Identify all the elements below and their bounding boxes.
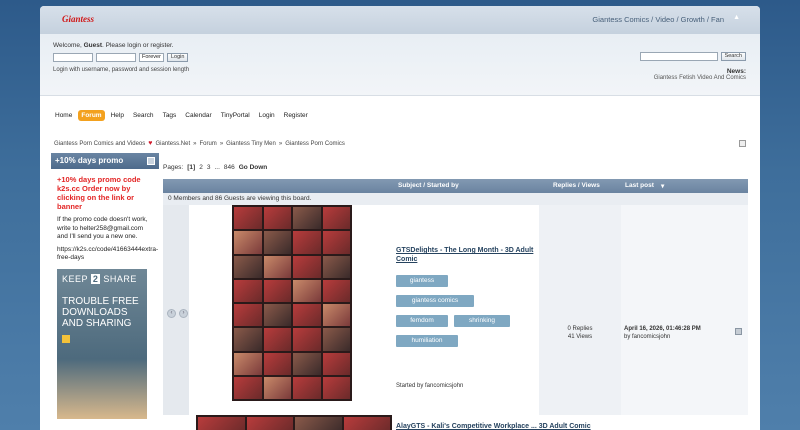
- main-menu: Home Forum Help Search Tags Calendar Tin…: [52, 110, 311, 121]
- stats-cell: [539, 205, 621, 415]
- search-input[interactable]: [639, 52, 718, 61]
- promo-link[interactable]: https://k2s.cc/code/41663444extra-free-d…: [57, 246, 158, 263]
- col-subject[interactable]: Subject / Started by: [398, 182, 459, 189]
- page-frame: Giantess Giantess Comics / Video / Growt…: [40, 6, 760, 430]
- k2s-logo-two: 2: [90, 273, 101, 284]
- tag-giantess[interactable]: giantess: [396, 275, 448, 287]
- topic-thumbnail[interactable]: [196, 415, 392, 430]
- page-ellipsis[interactable]: ...: [214, 164, 219, 171]
- tag-humiliation[interactable]: humiliation: [396, 335, 458, 347]
- table-row: ‹ › GTSDelights - The Long Month - 3D Ad…: [163, 205, 748, 415]
- k2s-tagline: TROUBLE FREE DOWNLOADS AND SHARING: [62, 295, 139, 329]
- breadcrumb-sep: »: [278, 140, 283, 147]
- heart-icon: ♥: [148, 140, 153, 147]
- welcome-prefix: Welcome,: [53, 42, 84, 49]
- menu-item-register[interactable]: Register: [281, 110, 311, 121]
- menu-item-forum[interactable]: Forum: [78, 110, 105, 121]
- menu-item-login[interactable]: Login: [256, 110, 278, 121]
- login-button[interactable]: Login: [166, 53, 189, 62]
- page-current: [1]: [187, 164, 196, 171]
- menu-item-search[interactable]: Search: [130, 110, 157, 121]
- tag-shrinking[interactable]: shrinking: [454, 315, 510, 327]
- topic-table: Subject / Started by Replies / Views Las…: [163, 179, 748, 430]
- menu-item-tinyportal[interactable]: TinyPortal: [218, 110, 253, 121]
- last-post-cell: [621, 205, 748, 415]
- site-header: Giantess Giantess Comics / Video / Growt…: [40, 6, 760, 34]
- menu-item-help[interactable]: Help: [108, 110, 127, 121]
- collapse-icon[interactable]: [147, 157, 155, 165]
- table-header: Subject / Started by Replies / Views Las…: [163, 179, 748, 193]
- go-down-link[interactable]: Go Down: [239, 164, 268, 171]
- topic-thumbnail[interactable]: [232, 205, 352, 401]
- sort-down-icon: ▾: [661, 183, 665, 190]
- breadcrumb-sep: »: [219, 140, 224, 147]
- page-2-link[interactable]: 2: [199, 164, 203, 171]
- session-length-select[interactable]: Forever: [139, 53, 164, 62]
- topic-title[interactable]: GTSDelights - The Long Month - 3D Adult …: [396, 246, 536, 264]
- guest-name: Guest: [83, 42, 103, 49]
- topic-starter[interactable]: Started by fancomicsjohn: [396, 383, 463, 389]
- site-slogan: Giantess Comics / Video / Growth / Fan: [592, 15, 724, 24]
- checkmark-icon: [62, 334, 70, 343]
- k2s-banner[interactable]: KEEP 2 SHARE TROUBLE FREE DOWNLOADS AND …: [57, 268, 147, 419]
- news-box: News: Giantess Fetish Video And Comics: [654, 68, 746, 81]
- password-input[interactable]: [96, 53, 136, 62]
- menu-item-tags[interactable]: Tags: [160, 110, 180, 121]
- sidebar-title: +10% days promo: [55, 156, 124, 165]
- col-last-post[interactable]: Last post: [625, 182, 654, 189]
- username-input[interactable]: [53, 53, 93, 62]
- site-logo[interactable]: Giantess: [62, 14, 94, 24]
- rss-icon[interactable]: [739, 140, 746, 147]
- arrow-left-icon[interactable]: ‹: [167, 309, 176, 318]
- sidebar-header: +10% days promo: [51, 153, 159, 169]
- last-post-info: April 16, 2026, 01:46:28 PM by fancomics…: [624, 325, 701, 341]
- page-3-link[interactable]: 3: [207, 164, 211, 171]
- upper-section: Welcome, Guest. Please login or register…: [40, 34, 760, 96]
- menu-item-home[interactable]: Home: [52, 110, 75, 121]
- collapse-header-icon[interactable]: ▲: [733, 14, 740, 21]
- table-row: AlayGTS - Kali's Competitive Workplace .…: [163, 415, 748, 430]
- tag-femdom[interactable]: femdom: [396, 315, 448, 327]
- arrow-right-icon[interactable]: ›: [179, 309, 188, 318]
- welcome-suffix: . Please login or register.: [102, 42, 174, 49]
- breadcrumb-sep: »: [193, 140, 197, 147]
- sidebar: +10% days promo +10% days promo code k2s…: [51, 153, 159, 425]
- last-post-icon[interactable]: [735, 328, 742, 335]
- promo-text[interactable]: +10% days promo code k2s.cc Order now by…: [57, 175, 153, 211]
- k2s-logo: KEEP 2 SHARE: [62, 273, 142, 284]
- last-post-author[interactable]: by fancomicsjohn: [624, 333, 701, 341]
- sidebar-body: +10% days promo code k2s.cc Order now by…: [51, 169, 159, 425]
- topic-title[interactable]: AlayGTS - Kali's Competitive Workplace .…: [396, 422, 591, 430]
- login-note: Login with username, password and sessio…: [53, 67, 190, 73]
- topic-stats: 0 Replies 41 Views: [539, 325, 621, 341]
- pagination: Pages: [1] 2 3 ... 846 Go Down: [163, 164, 267, 171]
- breadcrumb-host[interactable]: Giantess.Net: [155, 141, 190, 147]
- login-form: Forever Login: [53, 53, 189, 62]
- search-form: Search: [639, 52, 746, 61]
- replies-count: 0 Replies: [567, 326, 593, 332]
- col-replies[interactable]: Replies / Views: [553, 182, 600, 189]
- k2s-logo-keep: KEEP: [62, 273, 88, 284]
- menu-item-calendar[interactable]: Calendar: [182, 110, 214, 121]
- search-button[interactable]: Search: [720, 52, 746, 61]
- breadcrumb-forum[interactable]: Forum: [199, 141, 216, 147]
- breadcrumb: Giantess Porn Comics and Videos ♥ Giante…: [54, 140, 345, 147]
- k2s-logo-share: SHARE: [103, 273, 137, 284]
- welcome-text: Welcome, Guest. Please login or register…: [53, 42, 174, 49]
- promo-note: If the promo code doesn't work, write to…: [57, 216, 148, 240]
- viewing-info: 0 Members and 86 Guests are viewing this…: [163, 193, 748, 205]
- breadcrumb-porn-comics[interactable]: Giantess Porn Comics: [285, 141, 345, 147]
- breadcrumb-site[interactable]: Giantess Porn Comics and Videos: [54, 141, 145, 147]
- tag-giantess-comics[interactable]: giantess comics: [396, 295, 474, 307]
- breadcrumb-tiny-men[interactable]: Giantess Tiny Men: [226, 141, 276, 147]
- page-last-link[interactable]: 846: [224, 164, 235, 171]
- news-label: News:: [726, 68, 746, 75]
- views-count: 41 Views: [567, 334, 593, 340]
- pages-label: Pages:: [163, 164, 184, 171]
- news-text: Giantess Fetish Video And Comics: [653, 75, 746, 81]
- last-post-date[interactable]: April 16, 2026, 01:46:28 PM: [624, 326, 701, 332]
